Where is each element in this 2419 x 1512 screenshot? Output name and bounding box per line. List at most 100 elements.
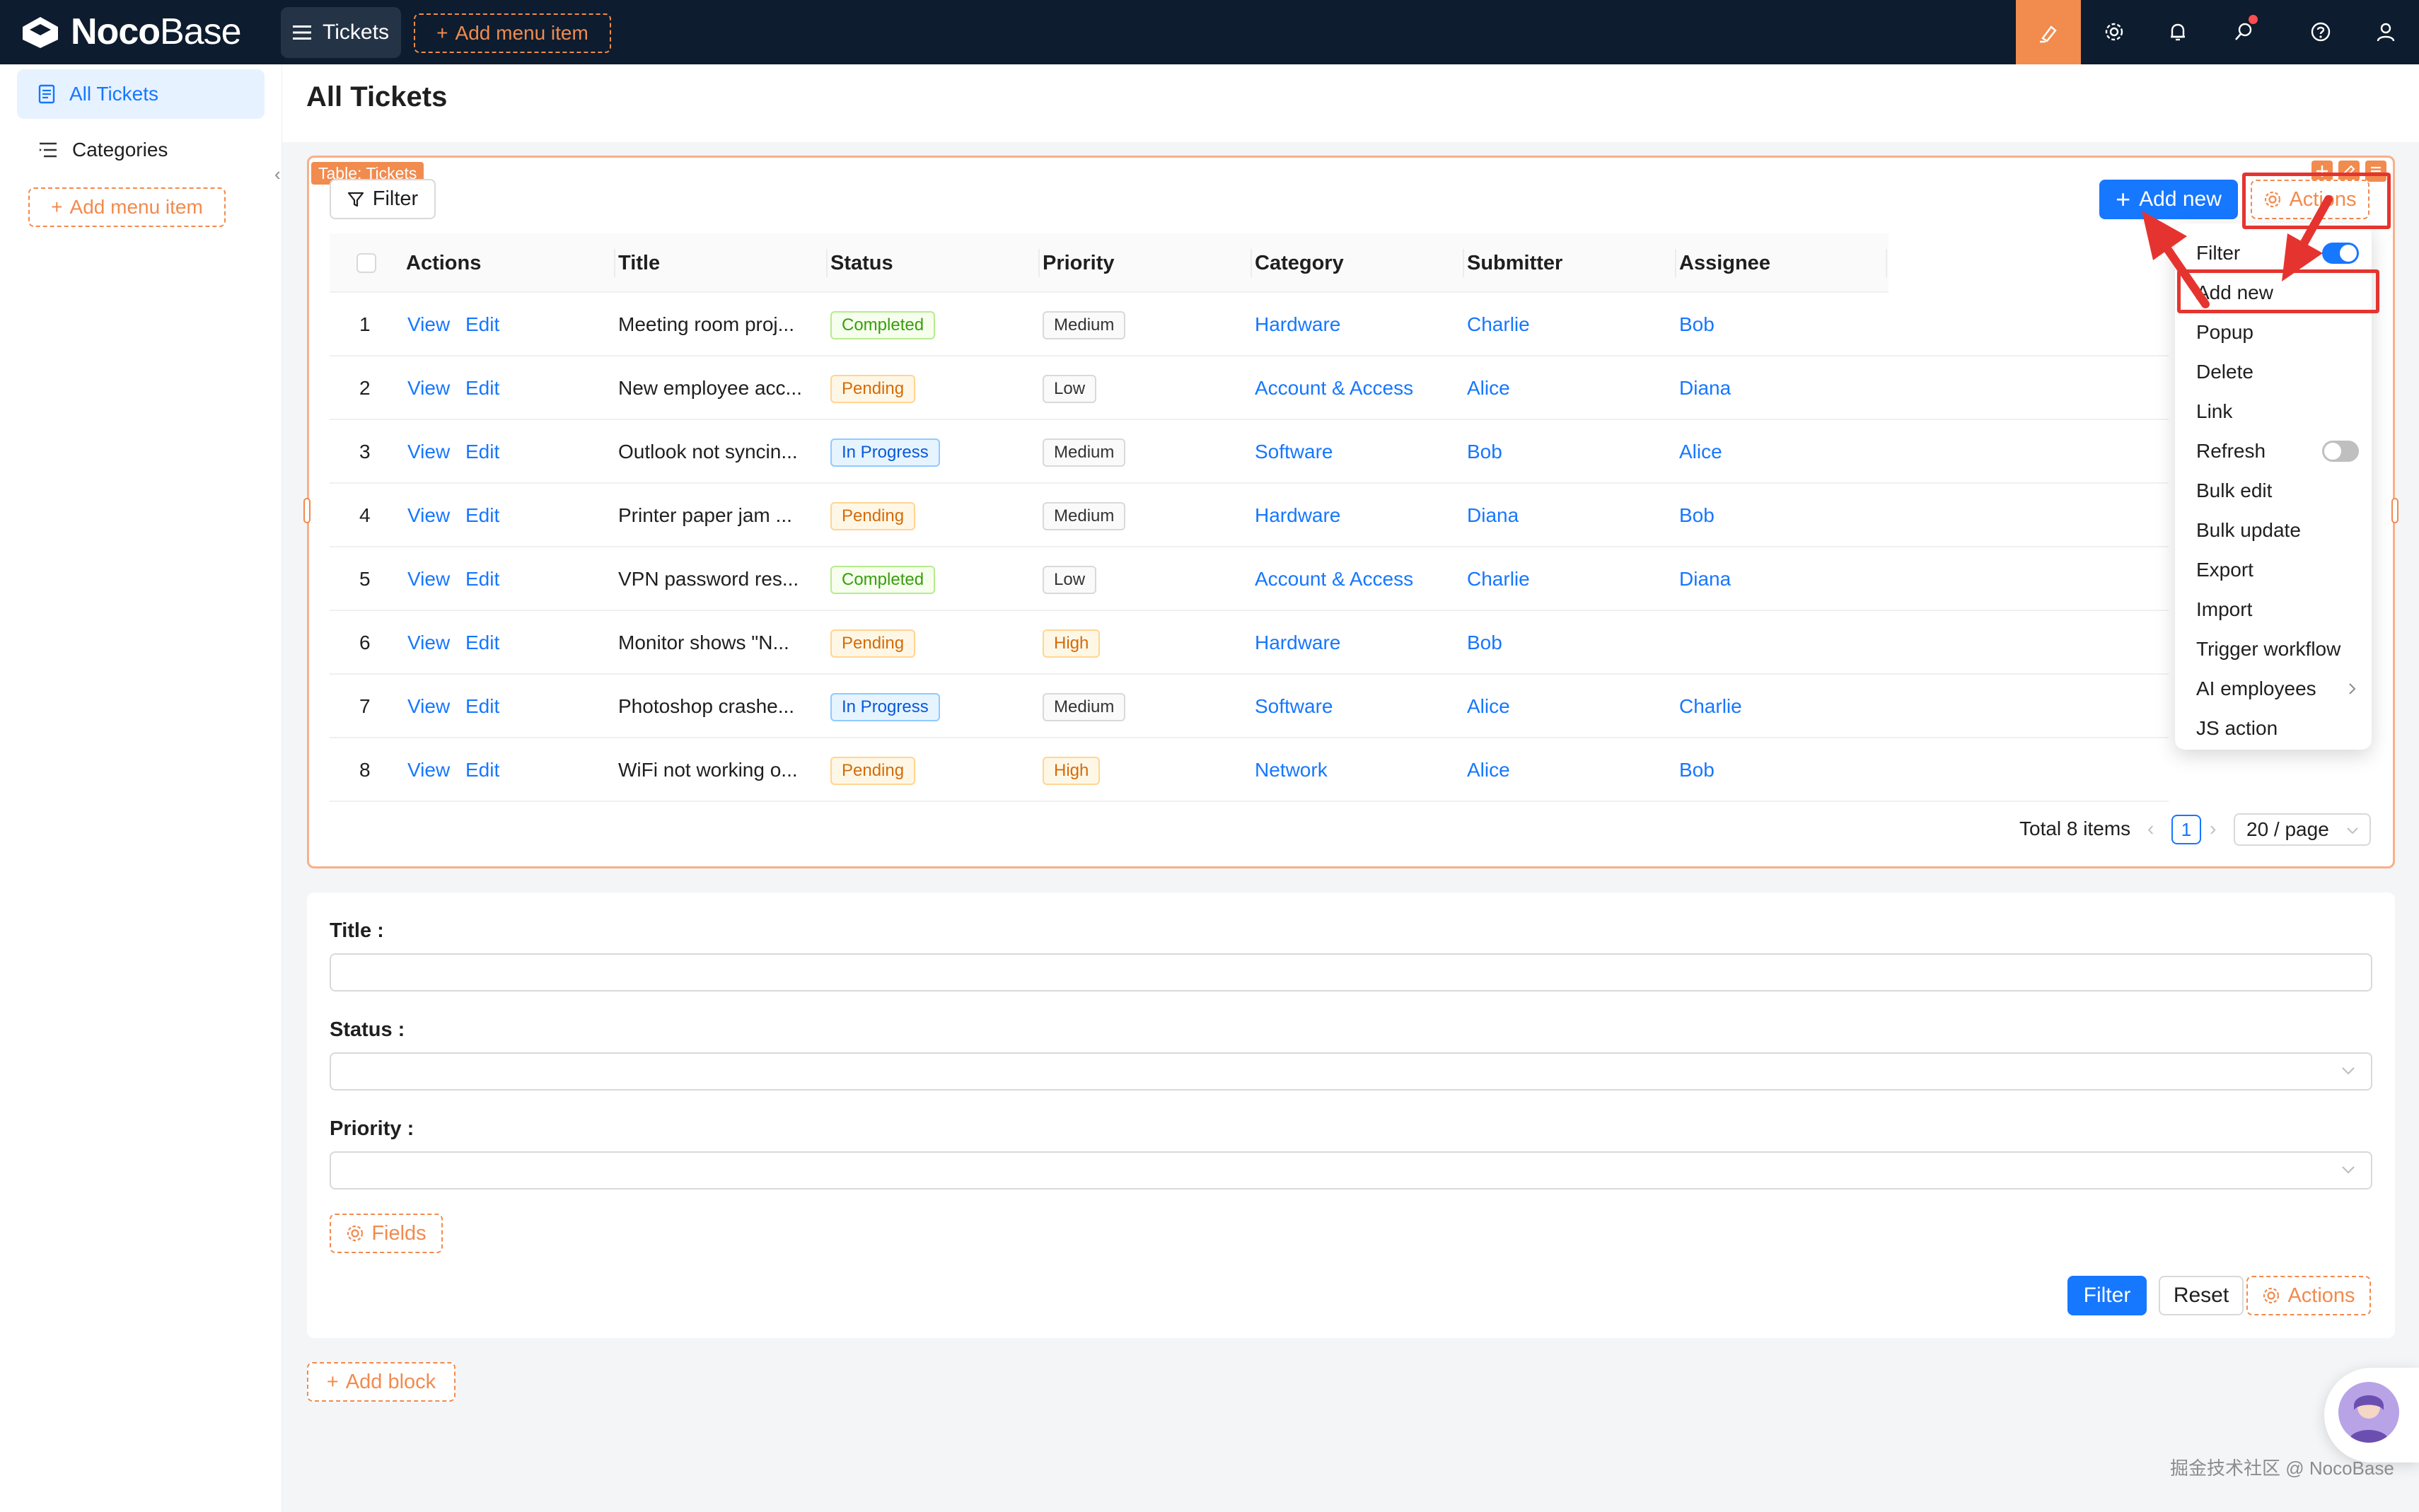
row-category-link[interactable]: Account & Access xyxy=(1255,356,1413,420)
ui-editor-button[interactable] xyxy=(2016,0,2081,64)
pagination-next-chevron-icon[interactable]: › xyxy=(2210,813,2216,844)
ai-assistant-button[interactable] xyxy=(2324,1368,2419,1462)
column-header-submitter[interactable]: Submitter xyxy=(1467,233,1562,293)
row-view-link[interactable]: View xyxy=(407,293,450,356)
form-configure-actions-button[interactable]: Actions xyxy=(2246,1276,2371,1315)
menu-item-bulk-edit[interactable]: Bulk edit xyxy=(2196,471,2359,511)
row-title[interactable]: New employee acc... xyxy=(618,356,802,420)
column-header-title[interactable]: Title xyxy=(618,233,660,293)
menu-item-js-action[interactable]: JS action xyxy=(2196,709,2359,748)
row-title[interactable]: VPN password res... xyxy=(618,547,799,611)
row-title[interactable]: Photoshop crashe... xyxy=(618,675,794,738)
table-row[interactable]: 3 View Edit Outlook not syncin... In Progres… xyxy=(330,420,2169,484)
row-title[interactable]: Meeting room proj... xyxy=(618,293,794,356)
column-separator[interactable] xyxy=(1463,249,1464,277)
help-button[interactable] xyxy=(2304,16,2337,48)
add-block-button[interactable]: + Add block xyxy=(307,1362,456,1402)
table-filter-button[interactable]: Filter xyxy=(330,179,436,219)
column-separator[interactable] xyxy=(1038,249,1040,277)
row-edit-link[interactable]: Edit xyxy=(465,547,499,611)
menu-item-export[interactable]: Export xyxy=(2196,550,2359,590)
row-view-link[interactable]: View xyxy=(407,611,450,675)
row-category-link[interactable]: Account & Access xyxy=(1255,547,1413,611)
menu-item-refresh[interactable]: Refresh xyxy=(2196,431,2359,471)
menu-tab-tickets[interactable]: Tickets xyxy=(281,7,401,58)
row-view-link[interactable]: View xyxy=(407,356,450,420)
column-separator[interactable] xyxy=(1886,249,1887,277)
row-edit-link[interactable]: Edit xyxy=(465,484,499,547)
menu-item-popup[interactable]: Popup xyxy=(2196,313,2359,352)
row-submitter-link[interactable]: Alice xyxy=(1467,356,1510,420)
table-row[interactable]: 8 View Edit WiFi not working o... Pending Hig… xyxy=(330,738,2169,802)
table-row[interactable]: 5 View Edit VPN password res... Completed Low… xyxy=(330,547,2169,611)
menu-item-ai-employees[interactable]: AI employees xyxy=(2196,669,2359,709)
notifications-button[interactable] xyxy=(2162,16,2194,48)
user-menu-button[interactable] xyxy=(2369,16,2402,48)
row-category-link[interactable]: Hardware xyxy=(1255,484,1340,547)
row-assignee-link[interactable]: Diana xyxy=(1679,356,1731,420)
row-submitter-link[interactable]: Alice xyxy=(1467,738,1510,802)
pagination-prev-chevron-icon[interactable]: ‹ xyxy=(2147,813,2154,844)
menu-item-bulk-update[interactable]: Bulk update xyxy=(2196,511,2359,550)
row-submitter-link[interactable]: Charlie xyxy=(1467,293,1530,356)
row-submitter-link[interactable]: Charlie xyxy=(1467,547,1530,611)
row-view-link[interactable]: View xyxy=(407,484,450,547)
menu-item-delete[interactable]: Delete xyxy=(2196,352,2359,392)
row-category-link[interactable]: Network xyxy=(1255,738,1328,802)
row-edit-link[interactable]: Edit xyxy=(465,293,499,356)
form-reset-button[interactable]: Reset xyxy=(2159,1276,2244,1315)
row-category-link[interactable]: Software xyxy=(1255,420,1333,484)
row-view-link[interactable]: View xyxy=(407,547,450,611)
row-assignee-link[interactable]: Diana xyxy=(1679,547,1731,611)
block-resize-handle-left[interactable] xyxy=(303,498,311,523)
menu-item-import[interactable]: Import xyxy=(2196,590,2359,629)
row-edit-link[interactable]: Edit xyxy=(465,738,499,802)
row-edit-link[interactable]: Edit xyxy=(465,675,499,738)
column-header-status[interactable]: Status xyxy=(830,233,893,293)
status-select[interactable] xyxy=(330,1052,2372,1091)
row-submitter-link[interactable]: Alice xyxy=(1467,675,1510,738)
row-submitter-link[interactable]: Bob xyxy=(1467,420,1502,484)
row-category-link[interactable]: Hardware xyxy=(1255,293,1340,356)
sidebar-item-categories[interactable]: Categories xyxy=(17,125,265,175)
row-assignee-link[interactable]: Bob xyxy=(1679,738,1715,802)
row-view-link[interactable]: View xyxy=(407,420,450,484)
messages-button[interactable] xyxy=(2227,15,2260,48)
row-submitter-link[interactable]: Bob xyxy=(1467,611,1502,675)
row-edit-link[interactable]: Edit xyxy=(465,611,499,675)
collapse-sidebar-chevron-icon[interactable]: ‹ xyxy=(274,163,290,185)
refresh-toggle[interactable] xyxy=(2322,441,2359,462)
table-row[interactable]: 7 View Edit Photoshop crashe... In Progress M… xyxy=(330,675,2169,738)
filter-toggle[interactable] xyxy=(2322,243,2359,264)
row-assignee-link[interactable]: Bob xyxy=(1679,293,1715,356)
select-all-checkbox[interactable] xyxy=(356,253,376,273)
column-separator[interactable] xyxy=(826,249,828,277)
table-row[interactable]: 2 View Edit New employee acc... Pending Low Ac… xyxy=(330,356,2169,420)
row-edit-link[interactable]: Edit xyxy=(465,356,499,420)
row-edit-link[interactable]: Edit xyxy=(465,420,499,484)
row-view-link[interactable]: View xyxy=(407,738,450,802)
row-category-link[interactable]: Hardware xyxy=(1255,611,1340,675)
block-resize-handle-right[interactable] xyxy=(2391,498,2398,523)
table-row[interactable]: 4 View Edit Printer paper jam ... Pending Med… xyxy=(330,484,2169,547)
pagination-page-1[interactable]: 1 xyxy=(2171,815,2201,844)
plugin-settings-button[interactable] xyxy=(2098,16,2130,48)
menu-item-trigger-workflow[interactable]: Trigger workflow xyxy=(2196,629,2359,669)
table-row[interactable]: 1 View Edit Meeting room proj... Completed Me… xyxy=(330,293,2169,356)
row-submitter-link[interactable]: Diana xyxy=(1467,484,1519,547)
column-header-category[interactable]: Category xyxy=(1255,233,1344,293)
priority-select[interactable] xyxy=(330,1151,2372,1190)
form-filter-submit-button[interactable]: Filter xyxy=(2067,1276,2147,1315)
row-assignee-link[interactable]: Alice xyxy=(1679,420,1722,484)
row-title[interactable]: Monitor shows "N... xyxy=(618,611,789,675)
row-assignee-link[interactable]: Bob xyxy=(1679,484,1715,547)
menu-item-link[interactable]: Link xyxy=(2196,392,2359,431)
row-category-link[interactable]: Software xyxy=(1255,675,1333,738)
row-title[interactable]: WiFi not working o... xyxy=(618,738,798,802)
row-title[interactable]: Printer paper jam ... xyxy=(618,484,792,547)
row-assignee-link[interactable]: Charlie xyxy=(1679,675,1742,738)
row-view-link[interactable]: View xyxy=(407,675,450,738)
column-header-priority[interactable]: Priority xyxy=(1043,233,1115,293)
menu-item-filter[interactable]: Filter xyxy=(2196,233,2359,273)
column-separator[interactable] xyxy=(1675,249,1676,277)
